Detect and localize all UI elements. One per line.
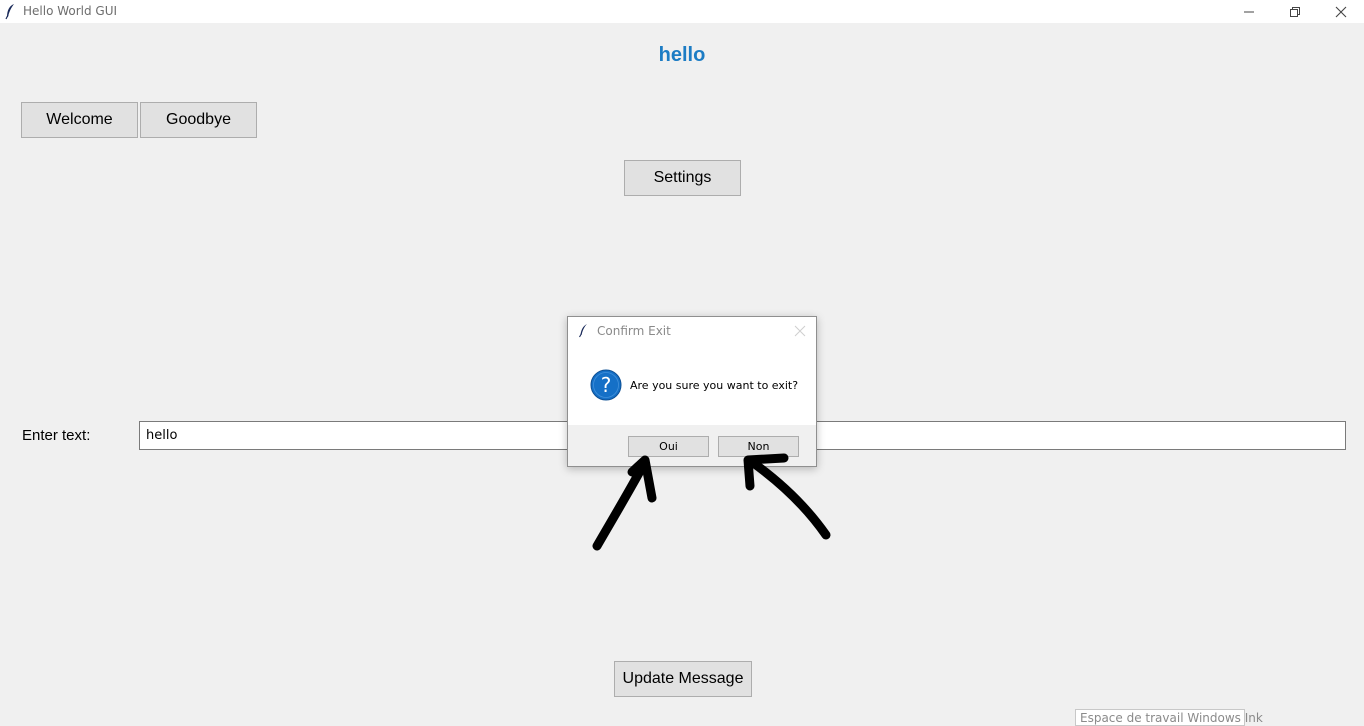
dialog-button-bar: Oui Non bbox=[568, 425, 816, 466]
minimize-icon bbox=[1244, 11, 1254, 12]
enter-text-label: Enter text: bbox=[22, 427, 91, 444]
welcome-button[interactable]: Welcome bbox=[21, 102, 138, 138]
ink-arrow-non bbox=[743, 453, 831, 540]
window-title: Hello World GUI bbox=[23, 4, 118, 18]
question-icon: ? bbox=[590, 369, 622, 401]
dialog-body: ? Are you sure you want to exit? bbox=[568, 345, 816, 425]
minimize-button[interactable] bbox=[1226, 0, 1272, 23]
goodbye-button[interactable]: Goodbye bbox=[140, 102, 257, 138]
feather-icon bbox=[579, 324, 587, 338]
restore-button[interactable] bbox=[1272, 0, 1318, 23]
ink-arrow-oui bbox=[592, 455, 657, 551]
settings-button[interactable]: Settings bbox=[624, 160, 741, 196]
dialog-title-bar: Confirm Exit bbox=[568, 317, 816, 345]
confirm-exit-dialog: Confirm Exit ? Are you sure you want to … bbox=[567, 316, 817, 467]
message-heading: hello bbox=[658, 44, 706, 66]
close-icon[interactable] bbox=[794, 325, 806, 337]
close-icon bbox=[1335, 6, 1347, 17]
windows-ink-workspace[interactable]: Espace de travail Windows Ink bbox=[1075, 709, 1263, 726]
feather-icon bbox=[5, 4, 14, 20]
close-button[interactable] bbox=[1318, 0, 1364, 23]
svg-text:?: ? bbox=[601, 373, 612, 397]
no-button[interactable]: Non bbox=[718, 436, 799, 457]
update-message-button[interactable]: Update Message bbox=[614, 661, 752, 697]
yes-button[interactable]: Oui bbox=[628, 436, 709, 457]
main-window: Hello World GUI hello Welcome Goodbye Se… bbox=[0, 0, 1364, 726]
dialog-title: Confirm Exit bbox=[597, 324, 671, 338]
restore-icon bbox=[1290, 6, 1300, 17]
dialog-message: Are you sure you want to exit? bbox=[630, 379, 799, 392]
title-bar: Hello World GUI bbox=[0, 0, 1364, 23]
